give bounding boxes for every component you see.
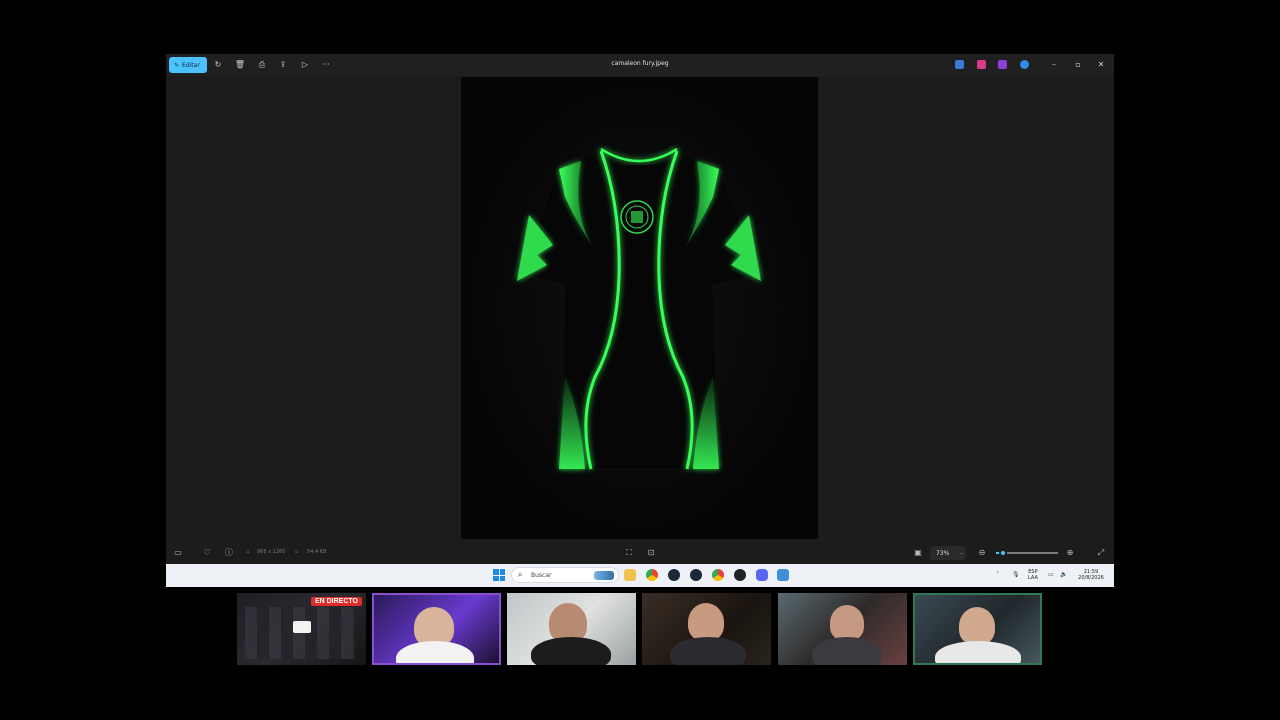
steam-alt-icon[interactable] (690, 569, 702, 581)
streamer-body (812, 637, 882, 665)
zoom-slider-thumb[interactable] (999, 549, 1008, 557)
webcam-feed-3 (642, 593, 771, 665)
taskbar-search[interactable]: ⌕ Buscar (511, 567, 619, 583)
image-dimensions: 968 x 1260 (257, 549, 286, 555)
start-icon-tile (493, 575, 499, 581)
streamer-body (670, 637, 746, 665)
status-bar: ▭ ♡ ⓘ ▫ 968 x 1260 ▫ 54.4 KB ⛶ ⊡ ▣ 73% ⌄… (166, 542, 1114, 564)
screen-share-icon (293, 621, 311, 633)
webcam-feed-1 (372, 593, 501, 665)
chevron-up-icon[interactable]: ˄ (996, 571, 999, 578)
network-icon[interactable]: ▭ (1048, 571, 1054, 578)
close-icon[interactable]: ✕ (1094, 58, 1108, 72)
image-icon: ▫ (246, 549, 250, 555)
filmstrip-icon[interactable]: ▭ (172, 547, 184, 559)
info-icon[interactable]: ⓘ (223, 547, 235, 559)
streamer-head (830, 605, 864, 641)
zoom-dropdown[interactable]: 73% ⌄ (930, 546, 966, 560)
clock[interactable]: 21:59 20/8/2026 (1074, 569, 1108, 581)
favorite-icon[interactable]: ♡ (201, 547, 213, 559)
create-icon[interactable] (998, 60, 1007, 69)
windows-taskbar: ⌕ Buscar ˄ 🎙 ESP LAA ▭ 🔈 21:59 20/8/2026 (166, 564, 1114, 587)
fullscreen-icon[interactable]: ⤢ (1095, 547, 1107, 559)
search-highlight-image (594, 571, 614, 580)
start-button[interactable] (493, 569, 505, 581)
image-canvas[interactable] (461, 77, 818, 539)
webcam-feed-5 (913, 593, 1042, 665)
start-icon-tile (499, 569, 505, 575)
chrome-icon[interactable] (646, 569, 658, 581)
live-badge: EN DIRECTO (310, 597, 362, 606)
window-title: camaleon fury.jpeg (611, 60, 669, 67)
chrome-profile-icon[interactable] (712, 569, 724, 581)
discord-icon[interactable] (756, 569, 768, 581)
start-icon-tile (493, 569, 499, 575)
chevron-down-icon: ⌄ (959, 550, 964, 556)
webcam-feed-4 (778, 593, 907, 665)
zoom-value: 73% (936, 549, 950, 557)
actual-size-icon[interactable]: ⊡ (645, 547, 657, 559)
search-icon: ⌕ (518, 570, 523, 579)
screen-fit-icon[interactable]: ▣ (912, 547, 924, 559)
file-size: 54.4 KB (307, 549, 327, 555)
webcam-feed-2 (507, 593, 636, 665)
language-indicator[interactable]: ESP LAA (1028, 569, 1038, 581)
microphone-icon[interactable]: 🎙 (1012, 571, 1020, 578)
onedrive-icon[interactable] (1020, 60, 1029, 69)
maximize-icon[interactable]: ▫ (1071, 58, 1085, 72)
start-icon-tile (499, 575, 505, 581)
minimize-icon[interactable]: – (1047, 58, 1061, 72)
obs-icon[interactable] (734, 569, 746, 581)
fit-to-window-icon[interactable]: ⛶ (623, 547, 635, 559)
steam-icon[interactable] (668, 569, 680, 581)
clock-date: 20/8/2026 (1078, 575, 1104, 581)
streamer-body (531, 637, 611, 665)
language-line-2: LAA (1028, 575, 1038, 581)
zoom-in-icon[interactable]: ⊕ (1064, 547, 1076, 559)
zoom-out-icon[interactable]: ⊖ (976, 547, 988, 559)
file-explorer-icon[interactable] (624, 569, 636, 581)
streamer-head (688, 603, 724, 641)
zoom-slider[interactable] (996, 549, 1058, 557)
streamer-body (935, 641, 1021, 663)
designer-icon[interactable] (977, 60, 986, 69)
title-bar: ✎ Editar ↻ 🗑 ⎙ ⇪ ▷ ··· camaleon fury.jpe… (166, 54, 1114, 76)
photos-app-window: ✎ Editar ↻ 🗑 ⎙ ⇪ ▷ ··· camaleon fury.jpe… (166, 54, 1114, 587)
jersey-image (516, 147, 762, 470)
search-placeholder: Buscar (531, 572, 552, 579)
file-icon: ▫ (295, 549, 299, 555)
streamer-head (959, 607, 995, 645)
screen-preview (245, 607, 355, 659)
photos-icon[interactable] (777, 569, 789, 581)
volume-icon[interactable]: 🔈 (1060, 571, 1067, 578)
clipchamp-icon[interactable] (955, 60, 964, 69)
stream-screen-thumbnail: EN DIRECTO (237, 593, 366, 665)
streamer-body (396, 641, 474, 663)
